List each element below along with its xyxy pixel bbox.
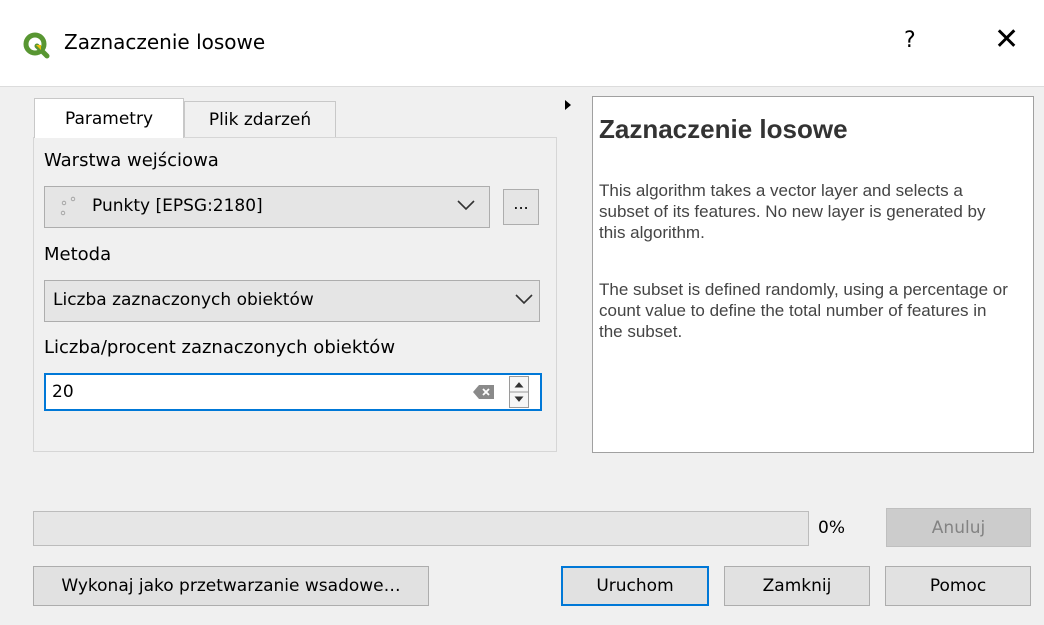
progress-bar: [33, 511, 809, 546]
close-button[interactable]: Zamknij: [724, 566, 870, 606]
qgis-logo-icon: [23, 32, 50, 59]
point-layer-icon: [60, 196, 76, 216]
chevron-down-icon: [457, 200, 475, 211]
help-paragraph: The subset is defined randomly, using a …: [599, 280, 1008, 341]
close-window-button[interactable]: ✕: [994, 22, 1019, 57]
window-title: Zaznaczenie losowe: [64, 30, 266, 54]
count-label: Liczba/procent zaznaczonych obiektów: [44, 337, 396, 358]
tab-log[interactable]: Plik zdarzeń: [184, 101, 336, 137]
spin-up-icon: [514, 382, 524, 388]
clear-text-icon[interactable]: [472, 384, 496, 400]
triangle-right-icon[interactable]: [565, 100, 571, 110]
help-panel: [592, 96, 1034, 453]
cancel-button[interactable]: Anuluj: [886, 508, 1031, 547]
progress-percent: 0%: [818, 518, 845, 538]
count-value: 20: [52, 382, 74, 402]
spin-arrows[interactable]: [509, 376, 529, 408]
context-help-button[interactable]: ?: [904, 28, 916, 53]
input-layer-value: Punkty [EPSG:2180]: [92, 196, 263, 216]
browse-layer-button[interactable]: ...: [503, 189, 539, 225]
chevron-down-icon: [515, 294, 533, 305]
input-layer-label: Warstwa wejściowa: [44, 150, 219, 171]
run-as-batch-button[interactable]: Wykonaj jako przetwarzanie wsadowe…: [33, 566, 429, 606]
method-value: Liczba zaznaczonych obiektów: [53, 290, 314, 310]
tab-parameters[interactable]: Parametry: [34, 98, 184, 138]
method-label: Metoda: [44, 244, 112, 265]
run-button[interactable]: Uruchom: [561, 566, 709, 606]
help-paragraph: This algorithm takes a vector layer and …: [599, 181, 986, 242]
count-spinbox[interactable]: [44, 373, 542, 411]
help-title: Zaznaczenie losowe: [599, 114, 848, 144]
help-button[interactable]: Pomoc: [885, 566, 1031, 606]
spin-down-icon: [514, 396, 524, 402]
